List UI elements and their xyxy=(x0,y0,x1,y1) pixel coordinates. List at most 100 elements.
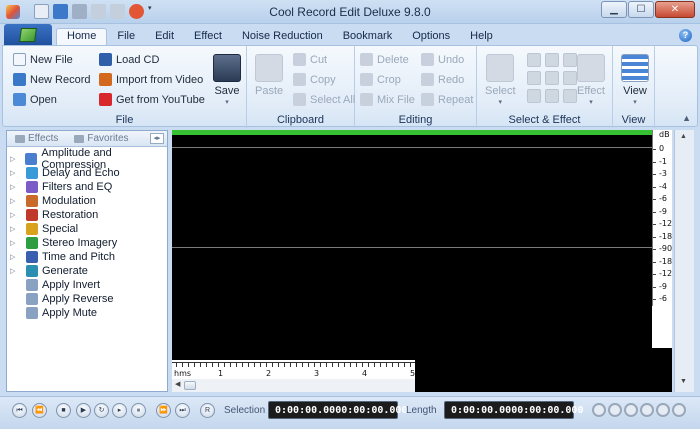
zoom-selection-icon[interactable] xyxy=(624,403,638,417)
effect-button[interactable]: Effect ▾ xyxy=(577,54,605,106)
save-button[interactable]: Save ▾ xyxy=(213,54,241,106)
vertical-scrollbar[interactable]: ▲ ▼ xyxy=(674,130,694,392)
tab-effects[interactable]: Effects xyxy=(7,131,66,147)
play-loop-icon[interactable]: ↻ xyxy=(94,403,109,418)
expand-arrow-icon[interactable]: ▷ xyxy=(7,267,17,275)
time-ruler[interactable]: hms 1 2 3 4 5 xyxy=(172,362,415,380)
paste-button[interactable]: Paste xyxy=(255,54,283,97)
go-to-end-icon[interactable]: ⏭ xyxy=(175,403,190,418)
tab-home[interactable]: Home xyxy=(56,28,108,45)
effect-shortcut-icon[interactable] xyxy=(563,53,577,67)
delete-button[interactable]: Delete xyxy=(360,53,409,66)
zoom-in-icon[interactable] xyxy=(592,403,606,417)
tree-item[interactable]: ▷ Time and Pitch xyxy=(7,250,167,264)
tree-item[interactable]: ▷ Generate xyxy=(7,264,167,278)
zoom-vertical-in-icon[interactable] xyxy=(656,403,670,417)
new-file-button[interactable]: New File xyxy=(13,53,73,66)
tab-edit[interactable]: Edit xyxy=(145,28,184,45)
effect-shortcut-icon[interactable] xyxy=(527,53,541,67)
db-tick-label: -9 xyxy=(659,281,667,291)
length-time-box[interactable]: 0:00:00.000 0:00:00.000 xyxy=(444,401,583,419)
tree-item[interactable]: ▷ Filters and EQ xyxy=(7,180,167,194)
crop-button[interactable]: Crop xyxy=(360,73,401,86)
zoom-out-icon[interactable] xyxy=(608,403,622,417)
get-youtube-button[interactable]: Get from YouTube xyxy=(99,93,205,106)
mix-file-button[interactable]: Mix File xyxy=(360,93,415,106)
go-to-start-icon[interactable]: ⏮ xyxy=(12,403,27,418)
tab-bookmark[interactable]: Bookmark xyxy=(333,28,403,45)
stop-icon[interactable]: ■ xyxy=(56,403,71,418)
load-cd-button[interactable]: Load CD xyxy=(99,53,159,66)
application-menu-button[interactable] xyxy=(4,24,52,46)
select-button[interactable]: Select ▾ xyxy=(485,54,516,106)
effect-shortcut-icon[interactable] xyxy=(563,89,577,103)
expand-arrow-icon[interactable]: ▷ xyxy=(7,155,16,163)
scroll-thumb[interactable] xyxy=(184,381,196,390)
import-video-button[interactable]: Import from Video xyxy=(99,73,203,86)
tree-item[interactable]: ▷ Restoration xyxy=(7,208,167,222)
tree-item[interactable]: ▷ Stereo Imagery xyxy=(7,236,167,250)
select-all-button[interactable]: Select All xyxy=(293,93,355,106)
undo-button[interactable]: Undo xyxy=(421,53,464,66)
tree-item[interactable]: ▷ Modulation xyxy=(7,194,167,208)
minimize-button[interactable]: ▁ xyxy=(601,1,627,18)
panel-nav-button[interactable]: ◂▸ xyxy=(150,133,164,144)
waveform-canvas[interactable] xyxy=(172,135,652,360)
tree-item[interactable]: ▷Apply Mute xyxy=(7,306,167,320)
tab-favorites[interactable]: Favorites xyxy=(66,131,136,147)
tree-item[interactable]: ▷ Amplitude and Compression xyxy=(7,147,167,171)
tab-file[interactable]: File xyxy=(107,28,145,45)
zoom-fit-icon[interactable] xyxy=(640,403,654,417)
effect-shortcut-icon[interactable] xyxy=(563,71,577,85)
scroll-left-icon[interactable]: ◀ xyxy=(175,380,180,388)
expand-arrow-icon[interactable]: ▷ xyxy=(7,211,17,219)
expand-arrow-icon[interactable]: ▷ xyxy=(7,169,17,177)
play-icon[interactable]: ▶ xyxy=(76,403,91,418)
pause-icon[interactable]: ⏸ xyxy=(131,403,146,418)
tab-noise-reduction[interactable]: Noise Reduction xyxy=(232,28,333,45)
expand-arrow-icon[interactable]: ▷ xyxy=(7,239,17,247)
view-button[interactable]: View ▾ xyxy=(621,54,649,106)
maximize-button[interactable]: ☐ xyxy=(628,1,654,18)
open-button[interactable]: Open xyxy=(13,93,57,106)
copy-button[interactable]: Copy xyxy=(293,73,336,86)
repeat-button[interactable]: Repeat xyxy=(421,93,473,106)
expand-arrow-icon[interactable]: ▷ xyxy=(7,197,17,205)
cut-button[interactable]: Cut xyxy=(293,53,327,66)
effect-shortcut-icon[interactable] xyxy=(545,71,559,85)
length-start-time[interactable]: 0:00:00.000 xyxy=(451,405,517,416)
redo-button[interactable]: Redo xyxy=(421,73,464,86)
help-icon[interactable]: ? xyxy=(679,29,692,42)
fast-forward-icon[interactable]: ⏩ xyxy=(156,403,171,418)
zoom-vertical-out-icon[interactable] xyxy=(672,403,686,417)
close-button[interactable]: ✕ xyxy=(655,1,695,18)
expand-arrow-icon[interactable]: ▷ xyxy=(7,183,17,191)
selection-start-time[interactable]: 0:00:00.000 xyxy=(275,405,341,416)
tab-help[interactable]: Help xyxy=(460,28,503,45)
record-button[interactable]: R xyxy=(200,403,215,418)
group-file-label: File xyxy=(115,114,134,126)
tree-item[interactable]: ▷ Special xyxy=(7,222,167,236)
tree-item[interactable]: ▷Apply Reverse xyxy=(7,292,167,306)
scroll-up-icon[interactable]: ▲ xyxy=(680,133,687,140)
expand-arrow-icon[interactable]: ▷ xyxy=(7,253,17,261)
selection-time-box[interactable]: 0:00:00.000 0:00:00.000 xyxy=(268,401,407,419)
tab-effect[interactable]: Effect xyxy=(184,28,232,45)
new-record-button[interactable]: New Record xyxy=(13,73,91,86)
rewind-icon[interactable]: ⏪ xyxy=(32,403,47,418)
tree-item-label: Stereo Imagery xyxy=(42,237,118,249)
waveform-area[interactable]: dB 0 -1 -3 -4 -6 -9 -12 -18 -90 -18 -12 -9 -6 hms 1 2 3 4… xyxy=(172,130,672,392)
effect-shortcut-icon[interactable] xyxy=(527,89,541,103)
length-end-time[interactable]: 0:00:00.000 xyxy=(517,405,583,416)
tree-item[interactable]: ▷Apply Invert xyxy=(7,278,167,292)
effect-shortcut-icon[interactable] xyxy=(545,53,559,67)
selection-end-time[interactable]: 0:00:00.000 xyxy=(341,405,407,416)
effect-shortcut-icon[interactable] xyxy=(527,71,541,85)
expand-arrow-icon[interactable]: ▷ xyxy=(7,225,17,233)
scroll-down-icon[interactable]: ▼ xyxy=(680,378,687,385)
horizontal-scrollbar[interactable]: ◀ xyxy=(172,379,415,392)
effect-shortcut-icon[interactable] xyxy=(545,89,559,103)
collapse-ribbon-icon[interactable]: ▲ xyxy=(682,113,691,123)
play-selection-icon[interactable]: ▸ xyxy=(112,403,127,418)
tab-options[interactable]: Options xyxy=(402,28,460,45)
